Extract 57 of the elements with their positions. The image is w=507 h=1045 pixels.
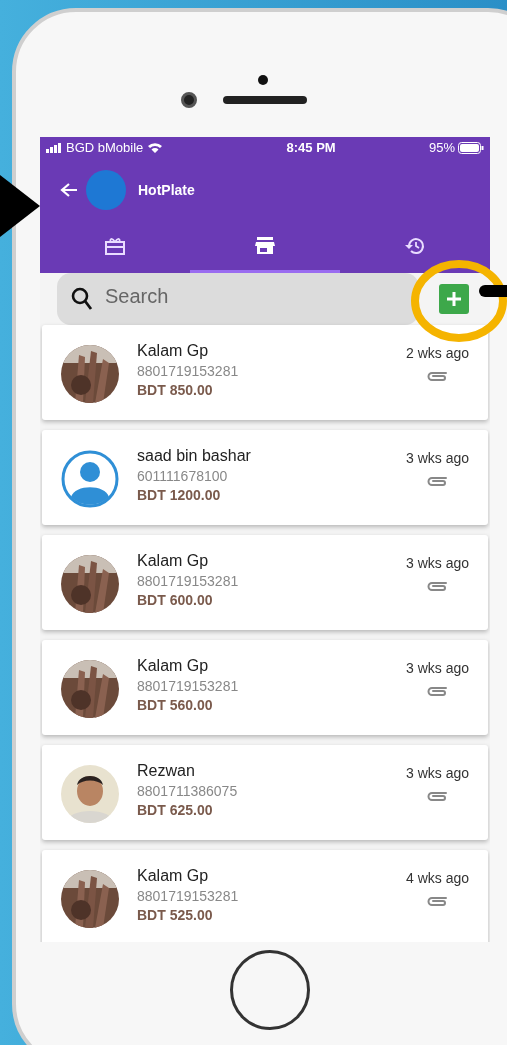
- back-arrow-icon: [60, 182, 78, 198]
- contact-card[interactable]: saad bin bashar 601111678100 BDT 1200.00 3 wks ago: [42, 430, 488, 525]
- store-icon: [254, 235, 276, 256]
- amount: BDT 850.00: [137, 381, 214, 399]
- paperclip-icon: [426, 895, 449, 907]
- time-ago: 4 wks ago: [405, 869, 469, 888]
- amount: BDT 525.00: [137, 906, 214, 924]
- contact-name: saad bin bashar: [137, 446, 252, 466]
- amount: BDT 1200.00: [137, 486, 222, 504]
- history-icon: [404, 235, 426, 256]
- paperclip-icon: [426, 685, 449, 697]
- add-button[interactable]: [439, 284, 469, 314]
- contact-card[interactable]: Kalam Gp 8801719153281 BDT 600.00 3 wks ago: [42, 535, 488, 630]
- amount: BDT 560.00: [137, 696, 214, 714]
- time-ago: 3 wks ago: [405, 659, 469, 678]
- camera-icon: [181, 92, 197, 108]
- phone-number: 8801719153281: [137, 572, 240, 591]
- phone-number: 601111678100: [137, 467, 229, 486]
- gift-icon: [104, 235, 126, 256]
- contact-card[interactable]: Kalam Gp 8801719153281 BDT 525.00 4 wks ago: [42, 850, 488, 942]
- paperclip-icon: [426, 580, 449, 592]
- plus-icon: [446, 291, 462, 307]
- time-ago: 3 wks ago: [405, 449, 469, 468]
- shop-title: HotPlate: [138, 180, 195, 200]
- contact-card[interactable]: Kalam Gp 8801719153281 BDT 560.00 3 wks ago: [42, 640, 488, 735]
- battery-icon: [458, 142, 484, 154]
- contact-card[interactable]: Kalam Gp 8801719153281 BDT 850.00 2 wks ago: [42, 325, 488, 420]
- paperclip-icon: [426, 475, 449, 487]
- pointer-arrow-icon: [0, 175, 40, 237]
- signal-icon: [46, 143, 62, 153]
- paperclip-icon: [426, 370, 449, 382]
- phone-number: 8801719153281: [137, 677, 240, 696]
- phone-number: 8801719153281: [137, 362, 240, 381]
- contact-name: Kalam Gp: [137, 341, 210, 361]
- wifi-icon: [147, 142, 164, 154]
- avatar-icon: [86, 170, 126, 210]
- time-ago: 2 wks ago: [405, 344, 469, 363]
- contact-card[interactable]: Rezwan 8801711386075 BDT 625.00 3 wks ago: [42, 745, 488, 840]
- contact-name: Kalam Gp: [137, 866, 210, 886]
- battery-percent: 95%: [428, 139, 455, 158]
- amount: BDT 625.00: [137, 801, 214, 819]
- phone-number: 8801719153281: [137, 887, 240, 906]
- amount: BDT 600.00: [137, 591, 214, 609]
- contact-name: Kalam Gp: [137, 656, 210, 676]
- paperclip-icon: [426, 790, 449, 802]
- status-time: 8:45 PM: [286, 139, 336, 158]
- carrier-name: BGD bMobile: [66, 139, 144, 158]
- search-field[interactable]: Search: [57, 273, 419, 325]
- time-ago: 3 wks ago: [405, 764, 469, 783]
- time-ago: 3 wks ago: [405, 554, 469, 573]
- contact-name: Kalam Gp: [137, 551, 210, 571]
- home-button[interactable]: [230, 950, 310, 1030]
- search-input[interactable]: Search: [105, 281, 305, 311]
- default-avatar-icon: [61, 450, 119, 508]
- contact-name: Rezwan: [137, 761, 196, 781]
- search-icon: [71, 287, 93, 311]
- phone-number: 8801711386075: [137, 782, 239, 801]
